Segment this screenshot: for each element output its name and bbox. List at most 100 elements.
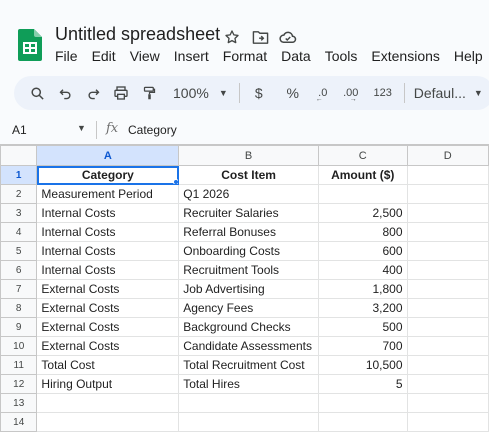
row-header[interactable]: 1 [0,165,38,185]
cell-a[interactable]: Internal Costs [36,203,180,223]
zoom-select[interactable]: 100% ▼ [170,80,231,106]
cell-d[interactable] [406,336,489,356]
cell-a[interactable]: Internal Costs [36,222,180,242]
column-header-d[interactable]: D [406,145,489,166]
paint-format-icon[interactable] [136,80,162,106]
cell-d[interactable] [406,222,489,242]
cell-b[interactable]: Referral Bonuses [178,222,319,242]
cell-d[interactable] [406,165,489,185]
cell-d[interactable] [406,279,489,299]
cell-b[interactable]: Agency Fees [178,298,319,318]
cell-c[interactable]: 400 [317,260,408,280]
cell-a[interactable]: External Costs [36,298,180,318]
cloud-status-icon[interactable] [278,27,298,47]
name-box[interactable]: A1 [12,123,27,137]
format-percent-button[interactable]: % [280,80,306,106]
cell-c[interactable]: 600 [317,241,408,261]
cell-c[interactable]: 2,500 [317,203,408,223]
cell-a[interactable]: Internal Costs [36,241,180,261]
cell-c[interactable] [317,393,408,413]
cell-d[interactable] [406,184,489,204]
font-select[interactable]: Defaul... ▼ [411,80,486,106]
cell-d[interactable] [406,355,489,375]
star-icon[interactable] [222,27,242,47]
cell-c[interactable]: 500 [317,317,408,337]
redo-icon[interactable] [80,80,106,106]
row-header[interactable]: 3 [0,203,38,223]
cell-b[interactable]: Onboarding Costs [178,241,319,261]
row-header[interactable]: 10 [0,336,38,356]
column-header-a[interactable]: A [36,145,180,166]
row-header[interactable]: 4 [0,222,38,242]
cell-d[interactable] [406,412,489,432]
cell-b[interactable] [178,412,319,432]
print-icon[interactable] [108,80,134,106]
row-header[interactable]: 6 [0,260,38,280]
cell-a[interactable]: External Costs [36,317,180,337]
menu-view[interactable]: View [130,48,167,64]
cell-c[interactable]: 5 [317,374,408,394]
cell-b[interactable]: Cost Item [178,165,319,185]
menu-insert[interactable]: Insert [174,48,216,64]
cell-b[interactable]: Total Hires [178,374,319,394]
cell-b[interactable]: Candidate Assessments [178,336,319,356]
cell-b[interactable]: Total Recruitment Cost [178,355,319,375]
cell-a[interactable]: External Costs [36,279,180,299]
cell-a[interactable]: Total Cost [36,355,180,375]
decrease-decimals-button[interactable]: .0 ← [310,80,336,106]
increase-decimals-button[interactable]: .00 → [338,80,364,106]
document-title[interactable]: Untitled spreadsheet [55,24,220,45]
cell-c[interactable]: 700 [317,336,408,356]
menu-file[interactable]: File [55,48,85,64]
column-header-b[interactable]: B [178,145,319,166]
menu-format[interactable]: Format [223,48,274,64]
select-all-corner[interactable] [0,145,38,166]
cell-a[interactable]: Hiring Output [36,374,180,394]
cell-b[interactable]: Recruiter Salaries [178,203,319,223]
cell-a[interactable]: Internal Costs [36,260,180,280]
cell-d[interactable] [406,298,489,318]
sheets-logo-icon[interactable] [18,29,42,61]
cell-c[interactable]: 10,500 [317,355,408,375]
row-header[interactable]: 14 [0,412,38,432]
fill-handle[interactable] [173,179,178,184]
cell-c[interactable]: 3,200 [317,298,408,318]
cell-b[interactable] [178,393,319,413]
cell-b[interactable]: Q1 2026 [178,184,319,204]
column-header-c[interactable]: C [317,145,408,166]
move-folder-icon[interactable] [250,27,270,47]
cell-a[interactable]: Category [36,165,180,185]
menu-edit[interactable]: Edit [92,48,123,64]
cell-c[interactable] [317,412,408,432]
chevron-down-icon[interactable]: ▼ [77,123,86,133]
cell-b[interactable]: Background Checks [178,317,319,337]
cell-d[interactable] [406,374,489,394]
cell-d[interactable] [406,393,489,413]
cell-c[interactable] [317,184,408,204]
cell-c[interactable]: Amount ($) [317,165,408,185]
row-header[interactable]: 9 [0,317,38,337]
cell-c[interactable]: 1,800 [317,279,408,299]
cell-b[interactable]: Job Advertising [178,279,319,299]
row-header[interactable]: 12 [0,374,38,394]
row-header[interactable]: 8 [0,298,38,318]
row-header[interactable]: 13 [0,393,38,413]
menu-help[interactable]: Help [454,48,489,64]
menu-data[interactable]: Data [281,48,318,64]
search-menus-icon[interactable] [24,80,50,106]
cell-d[interactable] [406,203,489,223]
row-header[interactable]: 2 [0,184,38,204]
cell-a[interactable] [36,412,180,432]
row-header[interactable]: 11 [0,355,38,375]
cell-d[interactable] [406,317,489,337]
row-header[interactable]: 5 [0,241,38,261]
cell-b[interactable]: Recruitment Tools [178,260,319,280]
cell-a[interactable]: External Costs [36,336,180,356]
cell-a[interactable] [36,393,180,413]
menu-extensions[interactable]: Extensions [371,48,446,64]
cell-c[interactable]: 800 [317,222,408,242]
format-currency-button[interactable]: $ [246,80,272,106]
cell-d[interactable] [406,241,489,261]
formula-input[interactable]: Category [128,123,177,137]
undo-icon[interactable] [52,80,78,106]
